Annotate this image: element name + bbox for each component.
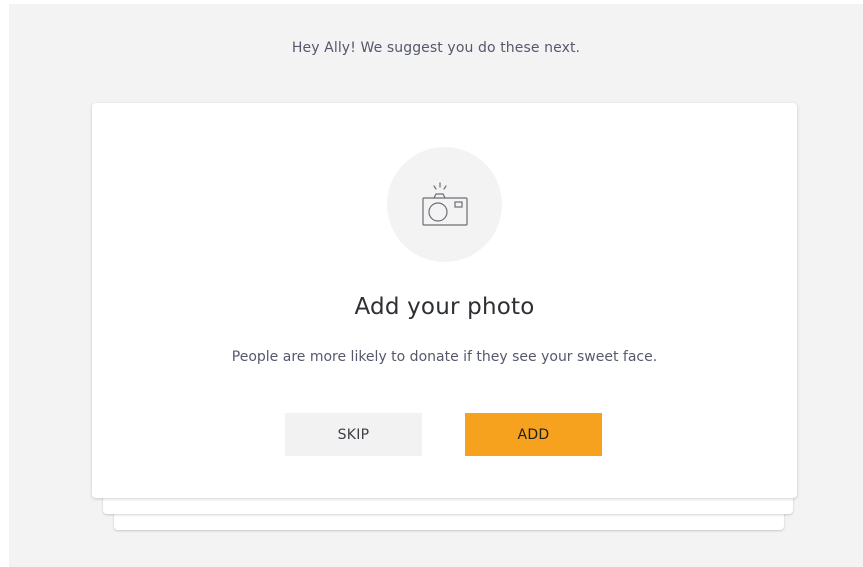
add-button[interactable]: ADD <box>465 413 602 456</box>
suggestion-card: Add your photo People are more likely to… <box>92 103 797 498</box>
camera-icon <box>422 182 468 226</box>
card-title: Add your photo <box>354 294 535 320</box>
greeting-text: Hey Ally! We suggest you do these next. <box>291 40 581 56</box>
icon-circle <box>387 147 502 262</box>
skip-button[interactable]: SKIP <box>285 413 422 456</box>
suggestions-panel: Hey Ally! We suggest you do these next. <box>9 4 863 567</box>
card-description: People are more likely to donate if they… <box>231 349 658 365</box>
